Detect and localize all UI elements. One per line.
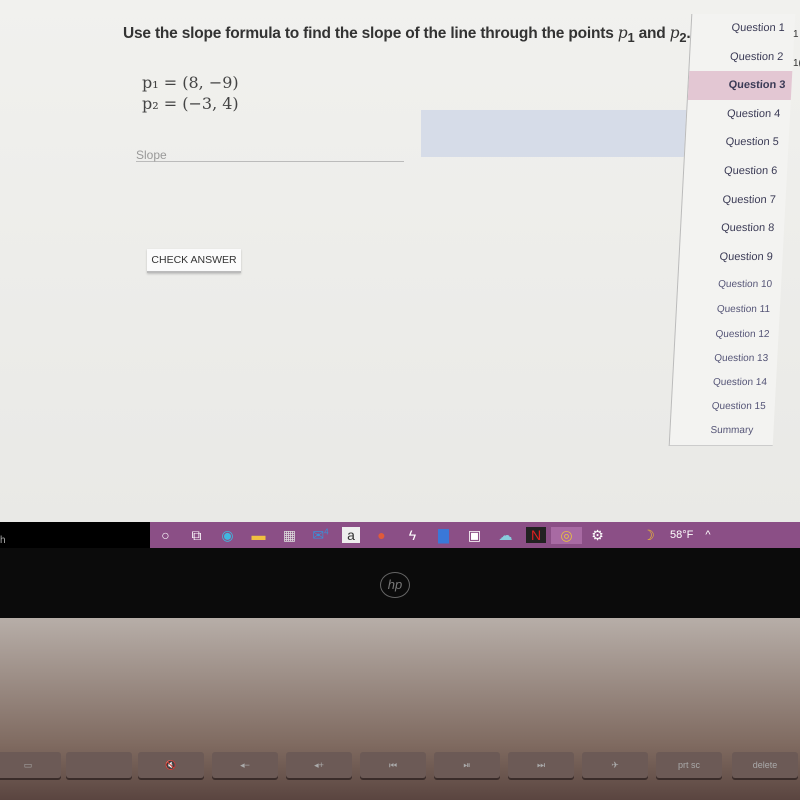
nav-item[interactable]: Question 15 (671, 393, 775, 417)
point-p1: p₁ = (8, −9) (142, 73, 239, 92)
nav-item[interactable]: Question 5 (685, 128, 789, 157)
netflix-icon[interactable]: N (526, 527, 546, 543)
anime-app-icon[interactable]: ▣ (459, 527, 490, 544)
slope-input[interactable]: Slope (136, 140, 404, 162)
nav-item[interactable]: Question 11 (676, 296, 780, 321)
app-icon[interactable]: ϟ (397, 527, 428, 543)
mail-badge: 4 (324, 526, 329, 536)
nav-item[interactable]: Question 13 (674, 345, 778, 369)
nav-item[interactable]: Question 2 (689, 43, 793, 72)
question-text: Use the slope formula to find the slope … (123, 24, 691, 46)
nav-item[interactable]: Question 6 (683, 157, 787, 186)
nav-item[interactable]: Question 4 (686, 100, 790, 129)
side-text: 1 (793, 29, 799, 40)
key: ◂+ (286, 752, 352, 778)
taskbar: ○ ⧉ ◉ ▬ ▦ ✉4 a ● ϟ ▇ ▣ ☁ N ◎ ⚙ ☽ 58°F ^ (150, 522, 800, 548)
chrome-icon[interactable]: ◎ (551, 526, 582, 544)
nav-item[interactable]: Question 14 (672, 369, 776, 393)
nav-item-summary[interactable]: Summary (670, 417, 774, 441)
check-answer-button[interactable]: CHECK ANSWER (147, 249, 241, 273)
amazon-icon[interactable]: a (342, 527, 360, 543)
nav-item[interactable]: Question 9 (679, 243, 783, 272)
key: ⏭ (508, 752, 574, 778)
nav-item[interactable]: Question 1 (691, 14, 795, 43)
mail-icon[interactable]: ✉4 (305, 527, 336, 544)
points: p₁ = (8, −9) p₂ = (−3, 4) (142, 72, 239, 114)
key: ▭ (0, 752, 61, 778)
screen: Use the slope formula to find the slope … (0, 0, 800, 522)
delete-key: delete (732, 752, 798, 778)
nav-item[interactable]: Question 10 (678, 271, 782, 296)
side-text: 1( (793, 58, 800, 69)
settings-icon[interactable]: ⚙ (582, 527, 613, 544)
key (66, 752, 132, 778)
moon-icon: ☽ (642, 526, 655, 543)
nav-item[interactable]: Question 7 (682, 186, 786, 215)
cloud-icon[interactable]: ☁ (490, 527, 521, 544)
search-stub: h (0, 535, 6, 546)
key: ◂− (212, 752, 278, 778)
weather-text[interactable]: 58°F (664, 529, 699, 541)
hp-logo: hp (380, 572, 410, 598)
key: ✈ (582, 752, 648, 778)
nav-item[interactable]: Question 12 (675, 321, 779, 345)
key: 🔇 (138, 752, 204, 778)
prt-sc-key: prt sc (656, 752, 722, 778)
key: ⏮ (360, 752, 426, 778)
point-p2: p₂ = (−3, 4) (142, 94, 239, 113)
cortana-icon[interactable]: ○ (150, 527, 181, 543)
edge-icon[interactable]: ◉ (212, 527, 243, 544)
task-view-icon[interactable]: ⧉ (181, 527, 212, 544)
tray-chevron-icon[interactable]: ^ (699, 529, 716, 541)
store-icon[interactable]: ▦ (274, 527, 305, 544)
feedback-box (421, 110, 693, 157)
keyboard-row: ▭ 🔇 ◂− ◂+ ⏮ ⏯ ⏭ ✈ prt sc delete (0, 752, 800, 780)
question-nav: Question 1 Question 2 Question 3 Questio… (668, 14, 796, 446)
nav-item[interactable]: Question 8 (680, 214, 784, 243)
powerpoint-icon[interactable]: ● (366, 527, 397, 543)
nav-item-active[interactable]: Question 3 (687, 71, 793, 100)
file-explorer-icon[interactable]: ▬ (243, 527, 274, 543)
key: ⏯ (434, 752, 500, 778)
word-icon[interactable]: ▇ (428, 527, 459, 544)
